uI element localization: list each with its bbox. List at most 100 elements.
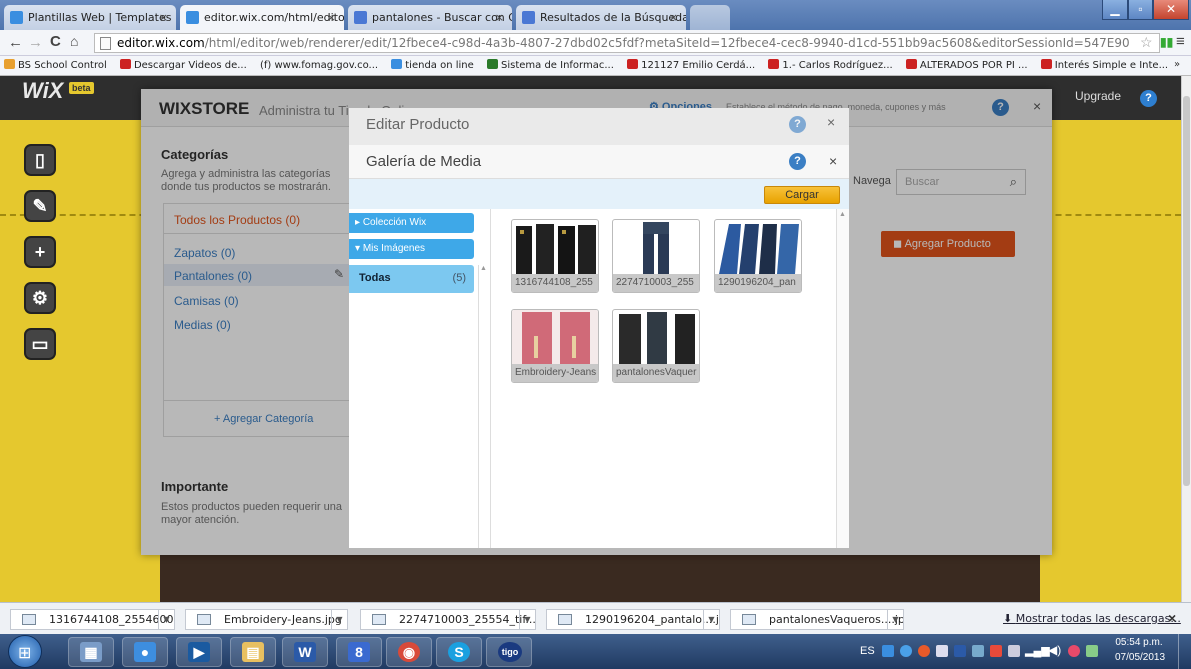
image-thumbnail[interactable]: pantalonesVaquer: [612, 309, 700, 383]
url-path: /html/editor/web/renderer/edit/12fbece4-…: [204, 36, 1130, 50]
image-caption: 1316744108_255: [512, 274, 598, 292]
bookmark-item[interactable]: Sistema de Informac...: [483, 56, 620, 71]
tray-flag-icon[interactable]: [990, 645, 1002, 657]
image-grid-scrollbar[interactable]: ▲: [836, 209, 849, 548]
home-icon[interactable]: ⌂: [70, 33, 78, 49]
bookmark-item[interactable]: tienda on line: [387, 56, 480, 71]
clock-time[interactable]: 05:54 p.m.: [1115, 637, 1163, 648]
tray-app-icon[interactable]: [936, 645, 948, 657]
tab-editor[interactable]: editor.wix.com/html/edito ×: [180, 5, 344, 30]
show-desktop-button[interactable]: [1178, 634, 1191, 669]
help-icon[interactable]: ?: [789, 153, 806, 170]
image-thumbnail[interactable]: Embroidery-Jeans: [511, 309, 599, 383]
image-thumbnail[interactable]: 2274710003_255: [612, 219, 700, 293]
taskbar-skype[interactable]: S: [436, 637, 482, 667]
upload-button[interactable]: Cargar: [764, 186, 840, 204]
reload-icon[interactable]: C: [50, 33, 61, 50]
new-tab-button[interactable]: [690, 5, 730, 30]
close-icon[interactable]: ×: [827, 114, 835, 130]
taskbar-word[interactable]: W: [282, 637, 328, 667]
tray-app-icon[interactable]: [972, 645, 984, 657]
bookmark-item[interactable]: 1.- Carlos Rodríguez...: [764, 56, 898, 71]
language-indicator[interactable]: ES: [860, 645, 875, 657]
taskbar-chrome[interactable]: ◉: [386, 637, 432, 667]
tray-app-icon[interactable]: [1068, 645, 1080, 657]
tray-app-icon[interactable]: [1008, 645, 1020, 657]
settings-gear-icon[interactable]: ⚙: [24, 282, 56, 314]
download-item[interactable]: 1316744108_2554600....jpg▼: [10, 609, 175, 630]
tray-power-icon[interactable]: [1086, 645, 1098, 657]
youtube-icon: [768, 59, 780, 69]
minimize-icon[interactable]: ▁: [1102, 0, 1128, 20]
back-icon[interactable]: ←: [8, 34, 23, 51]
nav-coleccion-wix[interactable]: ▸ Colección Wix: [349, 213, 474, 233]
download-item[interactable]: 2274710003_25554_tif....jpg▼: [360, 609, 536, 630]
bookmark-item[interactable]: Interés Simple e Inte...: [1037, 56, 1174, 71]
close-tab-icon[interactable]: ×: [669, 11, 678, 24]
jeans-image: [643, 222, 669, 276]
taskbar-messenger[interactable]: ●: [122, 637, 168, 667]
volume-icon[interactable]: ◀): [1048, 643, 1061, 657]
tab-plantillas[interactable]: Plantillas Web | Templates ×: [4, 5, 176, 30]
pages-icon[interactable]: ▯: [24, 144, 56, 176]
show-all-downloads-link[interactable]: ⬇ Mostrar todas las descargas...: [1003, 612, 1181, 625]
taskbar-explorer[interactable]: ▤: [230, 637, 276, 667]
tray-app-icon[interactable]: [882, 645, 894, 657]
add-icon[interactable]: +: [24, 236, 56, 268]
nav-mis-imagenes[interactable]: ▾ Mis Imágenes: [349, 239, 474, 259]
forward-icon[interactable]: →: [28, 34, 43, 51]
taskbar-tigo[interactable]: tigo: [486, 637, 532, 667]
url-input[interactable]: editor.wix.com/html/editor/web/renderer/…: [94, 33, 1160, 53]
help-icon[interactable]: ?: [1140, 90, 1157, 107]
download-item[interactable]: Embroidery-Jeans.jpg ▼: [185, 609, 348, 630]
folder-todas[interactable]: Todas (5): [349, 265, 474, 293]
scroll-up-icon[interactable]: ▲: [480, 265, 487, 272]
bookmarks-more-button[interactable]: »: [1174, 59, 1180, 70]
bookmark-item[interactable]: (f) www.fomag.gov.co...: [256, 57, 384, 71]
taskbar-google[interactable]: 8: [336, 637, 382, 667]
bookmark-item[interactable]: 121127 Emilio Cerdá...: [623, 56, 761, 71]
download-item[interactable]: 1290196204_pantalo....jpg ▼: [546, 609, 720, 630]
tray-app-icon[interactable]: [954, 645, 966, 657]
close-downloads-icon[interactable]: ×: [1168, 610, 1176, 626]
close-icon[interactable]: ×: [829, 153, 837, 169]
chevron-down-icon[interactable]: ▼: [519, 610, 535, 629]
image-thumbnail[interactable]: 1316744108_255: [511, 219, 599, 293]
tab-search-results[interactable]: Resultados de la Búsqueda ×: [516, 5, 686, 30]
bookmark-item[interactable]: BS School Control: [0, 56, 113, 71]
scrollbar-thumb[interactable]: [1183, 96, 1190, 486]
signal-extension-icon[interactable]: ▮▮: [1160, 35, 1173, 49]
close-tab-icon[interactable]: ×: [327, 11, 336, 24]
help-icon[interactable]: ?: [789, 116, 806, 133]
menu-icon[interactable]: ≡: [1176, 33, 1185, 50]
network-icon[interactable]: ▂▄▆: [1025, 644, 1050, 657]
bookmark-item[interactable]: Descargar Videos de...: [116, 56, 253, 71]
chevron-down-icon[interactable]: ▼: [887, 610, 903, 629]
clock-date[interactable]: 07/05/2013: [1115, 652, 1165, 663]
tray-app-icon[interactable]: [918, 645, 930, 657]
maximize-icon[interactable]: ▫: [1128, 0, 1153, 20]
bookmark-item[interactable]: ALTERADOS POR PI ...: [902, 56, 1034, 71]
window-close-icon[interactable]: ✕: [1153, 0, 1189, 20]
tray-messenger-icon[interactable]: [900, 645, 912, 657]
scroll-up-icon[interactable]: ▲: [839, 211, 846, 218]
folder-scrollbar[interactable]: ▲: [478, 265, 488, 548]
bookmark-star-icon[interactable]: ☆: [1140, 34, 1153, 51]
design-brush-icon[interactable]: ✎: [24, 190, 56, 222]
tab-google-search[interactable]: pantalones - Buscar con G ×: [348, 5, 512, 30]
image-thumbnail[interactable]: 1290196204_pan: [714, 219, 802, 293]
chevron-down-icon[interactable]: ▼: [703, 610, 719, 629]
taskbar-media-player[interactable]: ▶: [176, 637, 222, 667]
close-tab-icon[interactable]: ×: [159, 11, 168, 24]
app-market-icon[interactable]: ▭: [24, 328, 56, 360]
start-button[interactable]: ⊞: [8, 635, 42, 668]
upgrade-button[interactable]: Upgrade: [1075, 89, 1121, 103]
chevron-down-icon[interactable]: ▼: [158, 610, 174, 629]
download-item[interactable]: pantalonesVaqueros....jpg ▼: [730, 609, 904, 630]
chevron-down-icon[interactable]: ▼: [331, 610, 347, 629]
close-tab-icon[interactable]: ×: [495, 11, 504, 24]
taskbar-calculator[interactable]: ▦: [68, 637, 114, 667]
messenger-icon: ●: [134, 642, 156, 662]
image-grid: 1316744108_255 2274710003_255 1290196204…: [491, 209, 833, 548]
page-scrollbar[interactable]: [1181, 76, 1191, 602]
